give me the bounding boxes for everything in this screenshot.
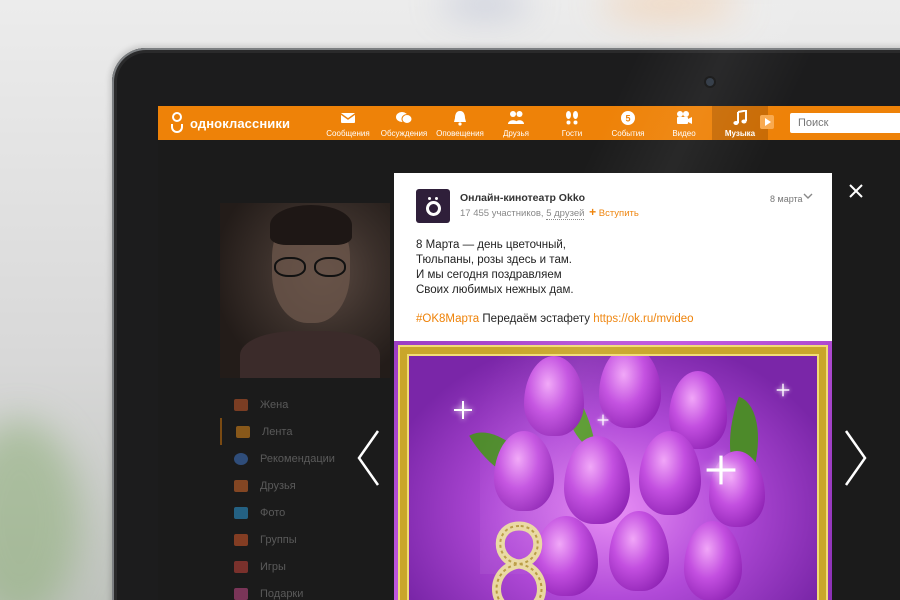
post-line: Тюльпаны, розы здесь и там.: [416, 254, 572, 266]
sidebar-item-label: Лента: [262, 425, 293, 438]
bell-icon: [454, 111, 466, 126]
sidebar-item-label: Подарки: [260, 587, 304, 600]
ok-logo-icon: [170, 112, 184, 134]
play-icon: [765, 118, 771, 126]
nav-guests[interactable]: Гости: [544, 106, 600, 140]
search-input[interactable]: [790, 113, 900, 133]
nav-messages[interactable]: Сообщения: [320, 106, 376, 140]
next-arrow-icon[interactable]: [840, 428, 870, 488]
photo-icon: [234, 506, 248, 519]
profile-photo[interactable]: [220, 203, 390, 378]
join-button[interactable]: + Вступить: [589, 205, 639, 219]
friends-count-link[interactable]: 5 друзей: [546, 208, 585, 220]
friends-icon: [508, 111, 524, 124]
nav-video[interactable]: Видео: [656, 106, 712, 140]
sidebar-item-label: Фото: [260, 506, 286, 519]
music-play-button[interactable]: [760, 115, 774, 129]
post-line: 8 Марта — день цветочный,: [416, 239, 566, 251]
post-line: Своих любимых нежных дам.: [416, 284, 574, 296]
nav-label: Сообщения: [326, 129, 370, 138]
post-tags: #OK8Марта Передаём эстафету https://ok.r…: [416, 313, 694, 325]
compass-icon: [234, 452, 248, 465]
nav-label: Друзья: [503, 129, 529, 138]
nav-label: Гости: [561, 129, 583, 138]
nav-label: События: [611, 129, 645, 138]
svg-text:5: 5: [625, 114, 630, 124]
gift-icon: [234, 587, 248, 600]
post-modal: Онлайн-кинотеатр Okko 17 455 участников,…: [394, 173, 832, 600]
post-text: 8 Марта — день цветочный, Тюльпаны, розы…: [416, 238, 574, 298]
sidebar-item-photos[interactable]: Фото: [220, 499, 390, 526]
post-image[interactable]: [394, 341, 832, 600]
feed-icon: [236, 425, 250, 438]
chat-bubbles-icon: [396, 112, 413, 124]
previous-arrow-icon[interactable]: [354, 428, 384, 488]
sidebar-item-label: Игры: [260, 560, 286, 573]
sidebar-item-label: Группы: [260, 533, 297, 546]
events-icon: 5: [621, 111, 635, 125]
sidebar-item-wife[interactable]: Жена: [220, 391, 390, 418]
members-count: 17 455 участников,: [460, 208, 544, 219]
video-camera-icon: [677, 111, 692, 124]
sidebar-item-label: Рекомендации: [260, 452, 335, 465]
sidebar-item-gifts[interactable]: Подарки: [220, 580, 390, 600]
profile-menu: Жена Лента Рекомендации Друзья Фото Груп…: [220, 391, 390, 600]
main-nav: Сообщения Обсуждения Оповещения Друзья Г…: [320, 106, 768, 140]
sidebar-item-groups[interactable]: Группы: [220, 526, 390, 553]
post-date: 8 марта: [770, 194, 803, 204]
envelope-icon: [340, 113, 356, 123]
group-meta: 17 455 участников, 5 друзей + Вступить: [460, 205, 639, 220]
post-line: И мы сегодня поздравляем: [416, 269, 562, 281]
brand-name: одноклассники: [190, 115, 291, 131]
chevron-down-icon[interactable]: [803, 191, 813, 201]
friends-icon: [234, 479, 248, 492]
top-bar: одноклассники Сообщения Обсуждения Опове…: [158, 106, 900, 140]
join-label: Вступить: [598, 208, 639, 219]
nav-label: Оповещения: [436, 129, 484, 138]
group-name[interactable]: Онлайн-кинотеатр Okko: [460, 192, 585, 204]
gold-frame: [400, 347, 826, 600]
close-icon[interactable]: [847, 182, 865, 200]
group-avatar[interactable]: [416, 189, 450, 223]
webcam: [706, 78, 714, 86]
screen: одноклассники Сообщения Обсуждения Опове…: [158, 106, 900, 600]
sidebar-item-label: Друзья: [260, 479, 296, 492]
hashtag-link[interactable]: #OK8Марта: [416, 313, 479, 325]
nav-label: Обсуждения: [380, 129, 428, 138]
gamepad-icon: [234, 560, 248, 573]
nav-label: Музыка: [724, 129, 756, 138]
nav-events[interactable]: 5 События: [600, 106, 656, 140]
music-note-icon: [733, 110, 747, 125]
profile-sidebar: Жена Лента Рекомендации Друзья Фото Груп…: [220, 203, 390, 600]
nav-notifications[interactable]: Оповещения: [432, 106, 488, 140]
wife-icon: [234, 398, 248, 411]
sidebar-item-games[interactable]: Игры: [220, 553, 390, 580]
groups-icon: [234, 533, 248, 546]
nav-friends[interactable]: Друзья: [488, 106, 544, 140]
sidebar-item-label: Жена: [260, 398, 289, 411]
nav-discussions[interactable]: Обсуждения: [376, 106, 432, 140]
footprints-icon: [566, 111, 578, 125]
relay-text: Передаём эстафету: [482, 313, 590, 325]
ok-logo[interactable]: одноклассники: [170, 112, 290, 134]
plus-icon: +: [589, 205, 597, 219]
nav-label: Видео: [672, 129, 696, 138]
post-link[interactable]: https://ok.ru/mvideo: [593, 313, 693, 325]
